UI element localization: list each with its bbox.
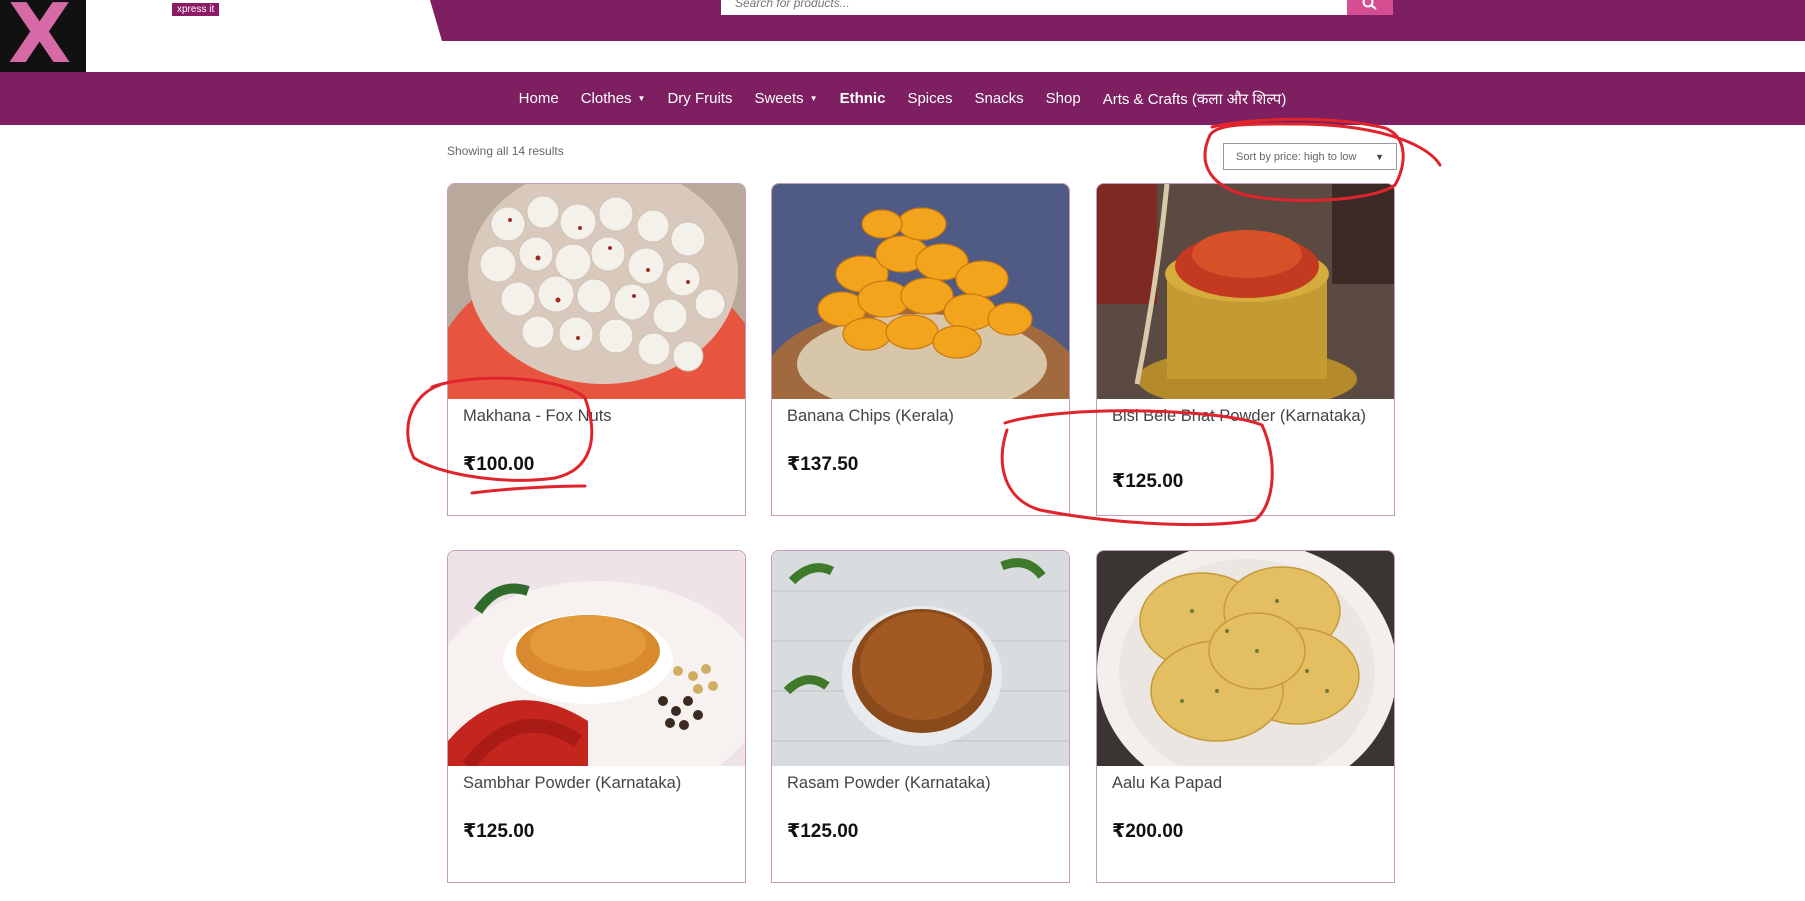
nav-item-snacks[interactable]: Snacks bbox=[963, 90, 1034, 107]
product-card[interactable]: Bisi Bele Bhat Powder (Karnataka) ₹125.0… bbox=[1096, 183, 1395, 516]
caret-down-icon: ▼ bbox=[637, 94, 646, 103]
product-title[interactable]: Bisi Bele Bhat Powder (Karnataka) bbox=[1112, 408, 1382, 425]
product-image[interactable] bbox=[1097, 184, 1394, 399]
product-title[interactable]: Banana Chips (Kerala) bbox=[787, 408, 1057, 425]
product-image[interactable] bbox=[772, 551, 1069, 766]
product-price: ₹125.00 bbox=[1112, 471, 1184, 492]
product-price: ₹125.00 bbox=[463, 821, 535, 842]
nav-item-sweets[interactable]: Sweets ▼ bbox=[743, 90, 828, 107]
search-button[interactable] bbox=[1347, 0, 1393, 15]
nav-item-clothes[interactable]: Clothes ▼ bbox=[570, 90, 657, 107]
site-logo[interactable]: X bbox=[0, 0, 86, 72]
product-image[interactable] bbox=[772, 184, 1069, 399]
product-card[interactable]: Banana Chips (Kerala) ₹137.50 bbox=[771, 183, 1070, 516]
logo-tagline: xpress it bbox=[172, 3, 220, 16]
chevron-down-icon: ▼ bbox=[1375, 151, 1384, 162]
product-card[interactable]: Sambhar Powder (Karnataka) ₹125.00 bbox=[447, 550, 746, 883]
product-price: ₹125.00 bbox=[787, 821, 859, 842]
header-strip bbox=[440, 41, 1778, 71]
product-title[interactable]: Makhana - Fox Nuts bbox=[463, 408, 733, 425]
search-icon bbox=[1362, 0, 1377, 10]
page: X xpress it Home Clothes▼ Dry Fruits Swe… bbox=[0, 0, 1805, 901]
product-price: ₹100.00 bbox=[463, 454, 535, 475]
nav-item-home[interactable]: Home bbox=[508, 90, 570, 107]
caret-down-icon: ▼ bbox=[809, 94, 818, 103]
product-image[interactable] bbox=[1097, 551, 1394, 766]
product-image[interactable] bbox=[448, 184, 745, 399]
nav-item-arts-crafts[interactable]: Arts & Crafts (कला और शिल्प) bbox=[1092, 89, 1298, 109]
sort-select[interactable]: Sort by price: high to low ▼ bbox=[1223, 143, 1397, 170]
product-price: ₹200.00 bbox=[1112, 821, 1184, 842]
nav-item-spices[interactable]: Spices bbox=[896, 90, 963, 107]
product-title[interactable]: Rasam Powder (Karnataka) bbox=[787, 775, 1057, 792]
search-input[interactable] bbox=[721, 0, 1347, 15]
nav-item-shop[interactable]: Shop bbox=[1035, 90, 1092, 107]
result-count: Showing all 14 results bbox=[447, 144, 564, 158]
main-nav: Home Clothes ▼ Dry Fruits Sweets ▼ Ethnic … bbox=[0, 72, 1805, 125]
product-title[interactable]: Sambhar Powder (Karnataka) bbox=[463, 775, 733, 792]
product-price: ₹137.50 bbox=[787, 454, 859, 475]
product-card[interactable]: Makhana - Fox Nuts ₹100.00 bbox=[447, 183, 746, 516]
nav-item-ethnic[interactable]: Ethnic bbox=[829, 90, 897, 107]
product-card[interactable]: Rasam Powder (Karnataka) ₹125.00 bbox=[771, 550, 1070, 883]
sort-select-value: Sort by price: high to low bbox=[1236, 150, 1357, 163]
logo-x-mark: X bbox=[8, 0, 72, 72]
nav-item-dry-fruits[interactable]: Dry Fruits bbox=[656, 90, 743, 107]
product-card[interactable]: Aalu Ka Papad ₹200.00 bbox=[1096, 550, 1395, 883]
product-title[interactable]: Aalu Ka Papad bbox=[1112, 775, 1382, 792]
product-image[interactable] bbox=[448, 551, 745, 766]
